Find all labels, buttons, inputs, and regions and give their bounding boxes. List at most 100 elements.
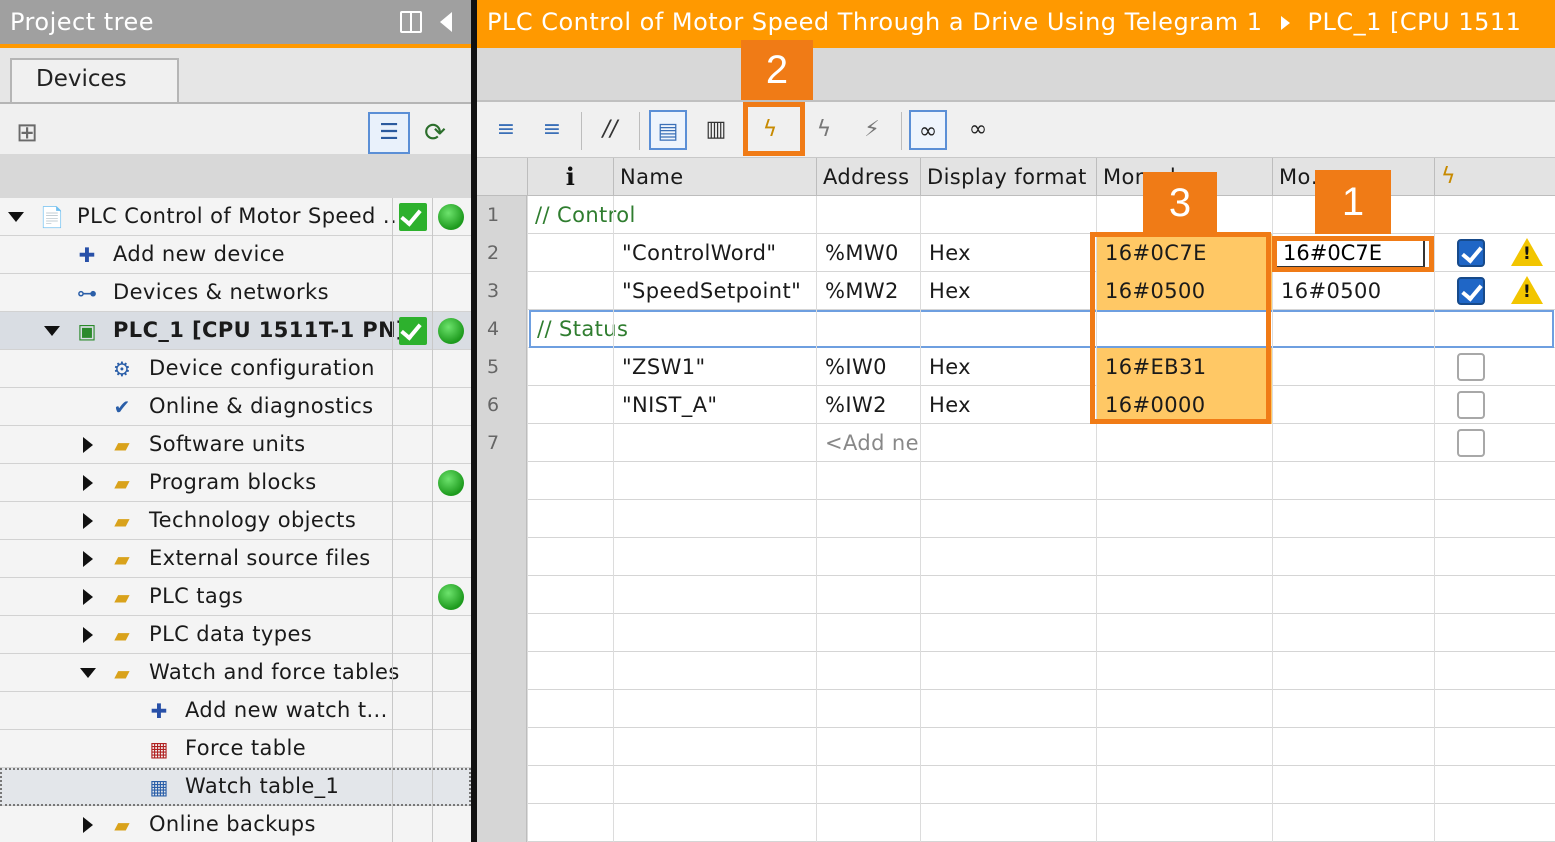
monitor-all-icon[interactable]: ∞ — [909, 110, 947, 150]
tree-item[interactable]: ✔ Online & diagnostics — [0, 388, 471, 426]
insert-row-icon[interactable]: ≡ — [487, 110, 525, 150]
address-cell[interactable]: %MW0 — [816, 234, 920, 272]
comment-cell[interactable]: // Status — [529, 310, 1554, 348]
table-row[interactable] — [477, 500, 1555, 538]
table-row[interactable] — [477, 652, 1555, 690]
row-number[interactable]: 4 — [477, 310, 527, 348]
row-number[interactable] — [477, 538, 527, 576]
row-number[interactable]: 6 — [477, 386, 527, 424]
modify-checkbox[interactable] — [1457, 429, 1485, 457]
modify-cell[interactable] — [1272, 386, 1434, 424]
row-number[interactable]: 1 — [477, 196, 527, 234]
table-row[interactable]: 7<Add new> — [477, 424, 1555, 462]
address-cell[interactable]: %IW2 — [816, 386, 920, 424]
expand-arrow-icon[interactable] — [83, 817, 93, 833]
row-number[interactable] — [477, 804, 527, 842]
table-row[interactable] — [477, 690, 1555, 728]
row-number[interactable] — [477, 766, 527, 804]
refresh-icon[interactable]: ⟳ — [418, 116, 452, 150]
format-cell[interactable] — [920, 424, 1096, 462]
table-row[interactable] — [477, 728, 1555, 766]
row-number[interactable]: 2 — [477, 234, 527, 272]
table-row[interactable] — [477, 766, 1555, 804]
comment-cell[interactable]: // Control — [529, 196, 636, 234]
row-number[interactable]: 3 — [477, 272, 527, 310]
modify-with-trigger-icon[interactable]: ϟ — [805, 110, 843, 150]
expand-arrow-icon[interactable] — [83, 437, 93, 453]
modify-checkbox[interactable] — [1457, 277, 1485, 305]
breadcrumb-plc[interactable]: PLC_1 [CPU 1511 — [1308, 8, 1522, 36]
row-number[interactable]: 5 — [477, 348, 527, 386]
address-cell[interactable]: %MW2 — [816, 272, 920, 310]
monitor-now-icon[interactable]: ∞ — [959, 110, 997, 150]
table-row[interactable] — [477, 462, 1555, 500]
name-cell[interactable]: "SpeedSetpoint" — [613, 272, 816, 310]
tree-item[interactable]: ▰ Software units — [0, 426, 471, 464]
row-number[interactable] — [477, 462, 527, 500]
modify-checkbox[interactable] — [1457, 391, 1485, 419]
tab-devices[interactable]: Devices — [10, 58, 179, 103]
format-cell[interactable]: Hex — [920, 272, 1096, 310]
tree-item[interactable]: ⊶ Devices & networks — [0, 274, 471, 312]
insert-comment-icon[interactable]: // — [591, 110, 629, 150]
enable-peripheral-outputs-icon[interactable]: ⚡ — [853, 110, 891, 150]
column-header-name[interactable]: Name — [613, 158, 816, 196]
address-cell[interactable] — [816, 424, 920, 462]
row-number[interactable] — [477, 614, 527, 652]
table-row[interactable] — [477, 614, 1555, 652]
expand-arrow-icon[interactable] — [83, 513, 93, 529]
tree-item[interactable]: ▣ PLC_1 [CPU 1511T-1 PN] — [0, 312, 471, 350]
row-number[interactable] — [477, 728, 527, 766]
row-number[interactable] — [477, 576, 527, 614]
breadcrumb-project[interactable]: PLC Control of Motor Speed Through a Dri… — [487, 8, 1263, 36]
overview-icon[interactable]: ⊞ — [10, 116, 44, 150]
row-number[interactable] — [477, 500, 527, 538]
collapse-arrow-icon[interactable] — [8, 212, 24, 222]
name-cell[interactable]: "ZSW1" — [613, 348, 816, 386]
table-row[interactable]: 4// Status — [477, 310, 1555, 348]
format-cell[interactable]: Hex — [920, 386, 1096, 424]
row-number[interactable] — [477, 652, 527, 690]
collapse-left-icon[interactable] — [440, 12, 452, 32]
tree-item[interactable]: ▰ Technology objects — [0, 502, 471, 540]
detail-view-icon[interactable]: ☰ — [368, 112, 410, 154]
table-row[interactable]: 1// Control — [477, 196, 1555, 234]
modify-checkbox[interactable] — [1457, 353, 1485, 381]
name-cell[interactable]: "ControlWord" — [613, 234, 816, 272]
table-row[interactable] — [477, 538, 1555, 576]
all-monitor-columns-icon[interactable]: ▥ — [697, 110, 735, 150]
column-header-info[interactable]: i — [527, 158, 613, 196]
format-cell[interactable]: Hex — [920, 348, 1096, 386]
tree-item[interactable]: ▰ External source files — [0, 540, 471, 578]
tree-item[interactable]: ▰ Online backups — [0, 806, 471, 842]
collapse-arrow-icon[interactable] — [44, 326, 60, 336]
tree-item[interactable]: ✚ Add new watch t... — [0, 692, 471, 730]
table-row[interactable]: 6 "NIST_A" %IW2 Hex 16#0000 — [477, 386, 1555, 424]
tree-item[interactable]: ▰ PLC data types — [0, 616, 471, 654]
format-cell[interactable]: Hex — [920, 234, 1096, 272]
tree-item[interactable]: ⚙ Device configuration — [0, 350, 471, 388]
name-cell[interactable]: "NIST_A" — [613, 386, 816, 424]
expand-arrow-icon[interactable] — [83, 475, 93, 491]
tree-item[interactable]: ▰ PLC tags — [0, 578, 471, 616]
table-row[interactable]: 5 "ZSW1" %IW0 Hex 16#EB31 — [477, 348, 1555, 386]
tree-item[interactable]: ✚ Add new device — [0, 236, 471, 274]
table-row[interactable]: 3 "SpeedSetpoint" %MW2 Hex 16#0500 16#0500! — [477, 272, 1555, 310]
add-row-icon[interactable]: ≡ — [533, 110, 571, 150]
tree-item[interactable]: ▰ Watch and force tables — [0, 654, 471, 692]
modify-cell[interactable] — [1272, 424, 1434, 462]
collapse-arrow-icon[interactable] — [80, 668, 96, 678]
tree-item[interactable]: ▦ Force table — [0, 730, 471, 768]
row-number[interactable] — [477, 690, 527, 728]
column-header-address[interactable]: Address — [816, 158, 920, 196]
tree-item[interactable]: ▦ Watch table_1 — [0, 768, 471, 806]
tree-item[interactable]: ▰ Program blocks — [0, 464, 471, 502]
show-hide-columns-icon[interactable]: ▤ — [649, 110, 687, 150]
expand-arrow-icon[interactable] — [83, 551, 93, 567]
modify-cell[interactable]: 16#0500 — [1272, 272, 1434, 310]
modify-checkbox[interactable] — [1457, 239, 1485, 267]
expand-arrow-icon[interactable] — [83, 627, 93, 643]
column-header-modify-flag-icon[interactable]: ϟ — [1434, 158, 1555, 196]
tree-item[interactable]: 📄 PLC Control of Motor Speed ... — [0, 198, 471, 236]
pin-icon[interactable] — [400, 11, 422, 33]
